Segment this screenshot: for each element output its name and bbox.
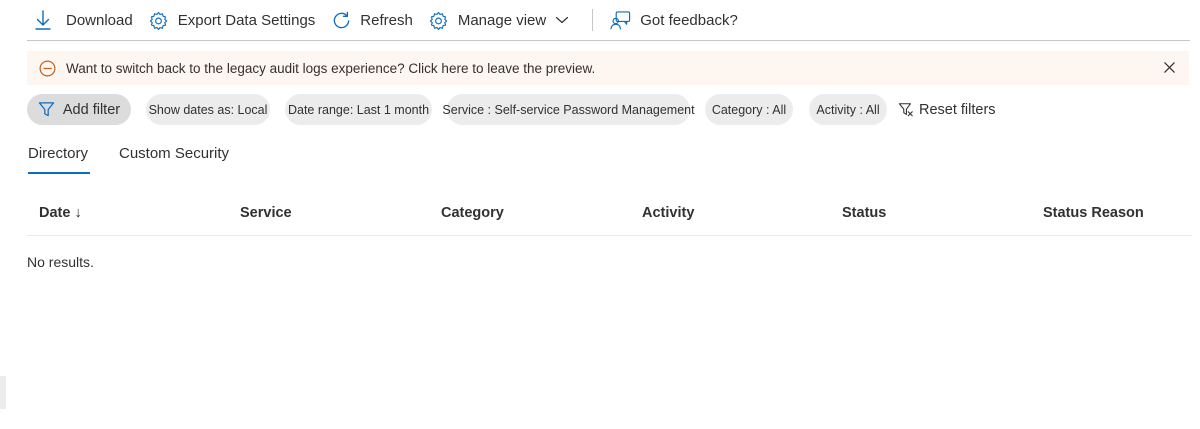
column-header-service[interactable]: Service xyxy=(240,195,292,231)
legacy-preview-banner[interactable]: Want to switch back to the legacy audit … xyxy=(27,51,1189,85)
chevron-down-icon xyxy=(552,10,572,30)
export-data-settings-label: Export Data Settings xyxy=(177,11,316,29)
export-data-settings-button[interactable]: Export Data Settings xyxy=(149,0,316,40)
feedback-icon xyxy=(609,10,631,30)
tab-directory[interactable]: Directory xyxy=(28,140,91,174)
column-header-category[interactable]: Category xyxy=(441,195,504,231)
filter-bar: Add filter Show dates as: Local Date ran… xyxy=(27,94,1197,125)
column-header-status-reason[interactable]: Status Reason xyxy=(1043,195,1144,231)
download-icon xyxy=(33,10,53,30)
audit-log-table-header: Date ↓ Service Category Activity Status S… xyxy=(27,195,1192,236)
clear-filter-icon xyxy=(898,102,914,118)
toolbar-divider xyxy=(592,9,594,31)
refresh-icon xyxy=(331,10,351,30)
close-icon[interactable] xyxy=(1162,60,1177,78)
manage-view-button[interactable]: Manage view xyxy=(429,0,572,40)
scrollbar-thumb[interactable] xyxy=(0,376,6,409)
filter-icon xyxy=(38,101,55,118)
refresh-button[interactable]: Refresh xyxy=(331,0,413,40)
column-header-activity[interactable]: Activity xyxy=(642,195,694,231)
gear-icon xyxy=(429,10,449,30)
filter-pill-activity[interactable]: Activity : All xyxy=(809,94,887,125)
manage-view-label: Manage view xyxy=(457,11,547,29)
add-filter-button[interactable]: Add filter xyxy=(27,94,131,125)
column-header-status[interactable]: Status xyxy=(842,195,886,231)
download-button[interactable]: Download xyxy=(33,0,133,40)
filter-pill-service[interactable]: Service : Self-service Password Manageme… xyxy=(442,94,695,125)
command-bar: Download Export Data Settings Refresh Ma… xyxy=(27,0,1190,41)
banner-message[interactable]: Want to switch back to the legacy audit … xyxy=(66,61,595,76)
filter-pill-date-range[interactable]: Date range: Last 1 month xyxy=(285,94,432,125)
reset-filters-label: Reset filters xyxy=(919,101,996,118)
filter-pill-show-dates[interactable]: Show dates as: Local xyxy=(146,94,270,125)
column-header-date-label: Date xyxy=(39,205,71,221)
empty-results-message: No results. xyxy=(27,254,94,270)
download-label: Download xyxy=(66,11,133,29)
add-filter-label: Add filter xyxy=(62,101,121,118)
feedback-button[interactable]: Got feedback? xyxy=(609,0,738,40)
feedback-label: Got feedback? xyxy=(640,11,738,29)
filter-pill-category[interactable]: Category : All xyxy=(705,94,793,125)
sort-descending-icon: ↓ xyxy=(74,205,82,221)
reset-filters-button[interactable]: Reset filters xyxy=(898,94,996,125)
tab-custom-security[interactable]: Custom Security xyxy=(119,140,229,174)
gear-icon xyxy=(149,10,169,30)
warning-circle-icon xyxy=(39,60,56,77)
refresh-label: Refresh xyxy=(360,11,413,29)
column-header-date[interactable]: Date ↓ xyxy=(39,195,82,231)
